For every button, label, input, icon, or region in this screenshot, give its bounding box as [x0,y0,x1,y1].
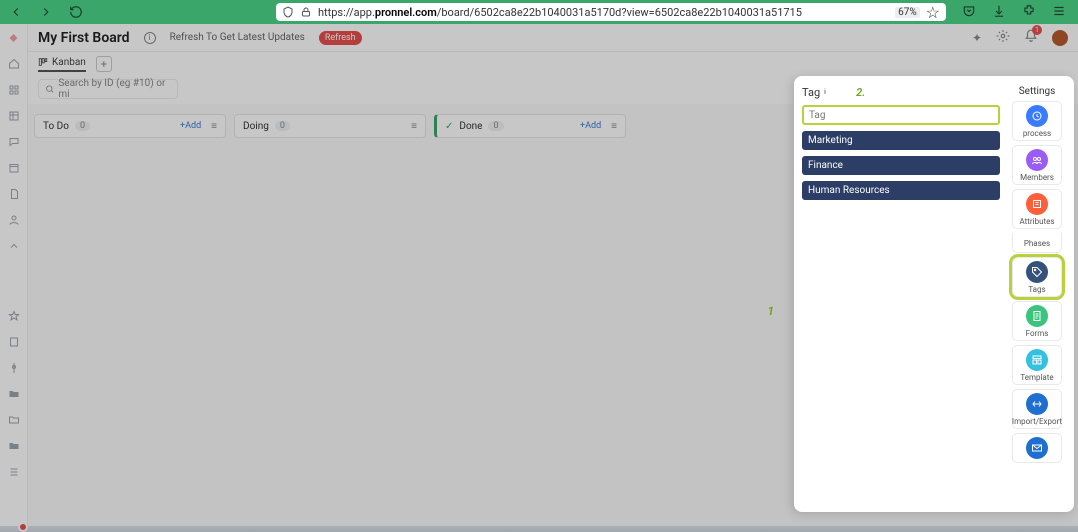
attributes-icon [1026,193,1048,215]
shield-icon [282,6,294,18]
zoom-badge[interactable]: 67% [895,7,920,18]
tags-icon [1026,261,1048,283]
tile-label: Members [1020,173,1054,182]
template-icon [1026,349,1048,371]
app-viewport: My First Board i Refresh To Get Latest U… [0,24,1078,532]
annotation-1: 1 [767,304,774,318]
tag-heading: Tag [802,86,820,99]
back-button[interactable] [6,2,26,22]
pocket-icon[interactable] [962,3,976,22]
members-icon [1026,149,1048,171]
process-icon [1026,105,1048,127]
tag-human-resources[interactable]: Human Resources [802,181,1000,200]
settings-tiles: Settings process Members Attributes Phas… [1008,86,1066,502]
forms-icon [1026,305,1048,327]
downloads-icon[interactable] [992,3,1006,22]
tile-label: process [1023,129,1051,138]
tile-process[interactable]: process [1012,101,1062,141]
tag-finance[interactable]: Finance [802,156,1000,175]
tile-import-export[interactable]: Import/Export [1012,389,1062,429]
tile-label: Attributes [1020,217,1055,226]
bookmark-icon[interactable]: ☆ [926,3,940,22]
menu-icon[interactable] [1052,3,1066,22]
tile-template[interactable]: Template [1012,345,1062,385]
tile-label: Import/Export [1012,417,1062,426]
settings-heading: Settings [1019,86,1056,97]
extensions-icon[interactable] [1022,3,1036,22]
url-text: https://app.pronnel.com/board/6502ca8e22… [318,6,889,19]
url-bar[interactable]: https://app.pronnel.com/board/6502ca8e22… [276,3,946,21]
tile-label: Forms [1026,329,1049,338]
lock-icon [300,6,312,18]
tile-tags[interactable]: Tags [1012,257,1062,297]
browser-toolbar: https://app.pronnel.com/board/6502ca8e22… [0,0,1078,24]
info-icon[interactable]: i [824,88,834,98]
tile-label: Tags [1028,285,1045,294]
import-export-icon [1026,393,1048,415]
mail-icon [1026,437,1048,459]
tile-forms[interactable]: Forms [1012,301,1062,341]
tag-input[interactable] [802,105,1000,125]
reload-button[interactable] [66,2,86,22]
tile-attributes[interactable]: Attributes [1012,189,1062,229]
tile-label: Template [1020,373,1053,382]
settings-panel: Tag i 2. Marketing Finance Human Resourc… [794,76,1074,512]
tile-phases[interactable]: Phases [1012,233,1062,253]
forward-button[interactable] [36,2,56,22]
annotation-2: 2. [856,86,865,99]
tile-members[interactable]: Members [1012,145,1062,185]
tag-marketing[interactable]: Marketing [802,131,1000,150]
tile-label: Phases [1024,239,1050,248]
tag-editor: Tag i 2. Marketing Finance Human Resourc… [802,86,1000,502]
tile-mail[interactable] [1012,433,1062,463]
